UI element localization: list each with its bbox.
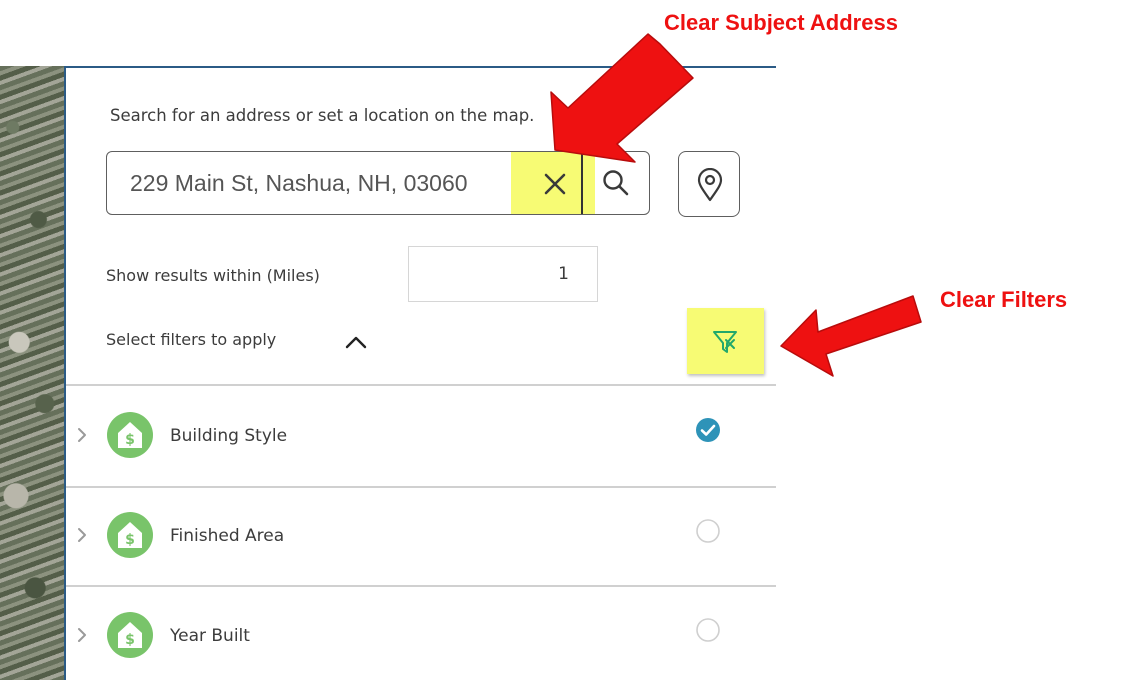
- arrow-to-clear-address: [550, 33, 694, 163]
- annotation-arrows: [550, 33, 922, 377]
- arrow-to-clear-filters: [780, 295, 922, 377]
